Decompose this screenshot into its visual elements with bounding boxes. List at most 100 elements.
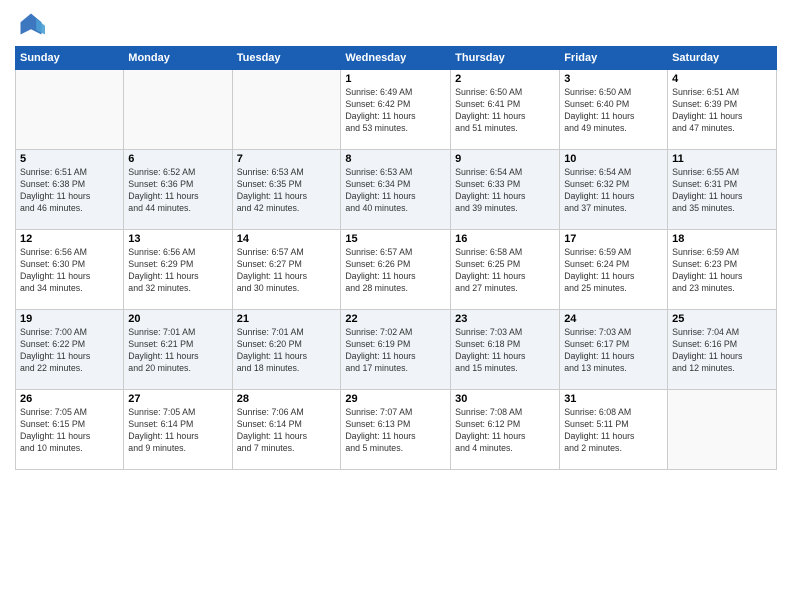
day-info: Sunrise: 6:59 AM Sunset: 6:24 PM Dayligh… <box>564 247 663 295</box>
day-header-tuesday: Tuesday <box>232 47 341 70</box>
day-info: Sunrise: 6:57 AM Sunset: 6:27 PM Dayligh… <box>237 247 337 295</box>
day-info: Sunrise: 6:56 AM Sunset: 6:29 PM Dayligh… <box>128 247 227 295</box>
day-cell: 10 Sunrise: 6:54 AM Sunset: 6:32 PM Dayli… <box>560 150 668 230</box>
day-cell: 29 Sunrise: 7:07 AM Sunset: 6:13 PM Dayli… <box>341 390 451 470</box>
day-info: Sunrise: 6:51 AM Sunset: 6:39 PM Dayligh… <box>672 87 772 135</box>
day-cell: 7Sunrise: 6:53 AM Sunset: 6:35 PM Daylig… <box>232 150 341 230</box>
day-cell: 1 Sunrise: 6:49 AM Sunset: 6:42 PM Daylig… <box>341 70 451 150</box>
day-info: Sunrise: 6:59 AM Sunset: 6:23 PM Dayligh… <box>672 247 772 295</box>
week-row-0: 1 Sunrise: 6:49 AM Sunset: 6:42 PM Daylig… <box>16 70 777 150</box>
day-header-saturday: Saturday <box>668 47 777 70</box>
calendar: SundayMondayTuesdayWednesdayThursdayFrid… <box>15 46 777 470</box>
day-cell: 22Sunrise: 7:02 AM Sunset: 6:19 PM Dayli… <box>341 310 451 390</box>
day-cell: 19 Sunrise: 7:00 AM Sunset: 6:22 PM Dayli… <box>16 310 124 390</box>
day-cell: 6Sunrise: 6:52 AM Sunset: 6:36 PM Daylig… <box>124 150 232 230</box>
day-cell: 31 Sunrise: 6:08 AM Sunset: 5:11 PM Dayli… <box>560 390 668 470</box>
day-info: Sunrise: 7:03 AM Sunset: 6:18 PM Dayligh… <box>455 327 555 375</box>
day-info: Sunrise: 6:56 AM Sunset: 6:30 PM Dayligh… <box>20 247 119 295</box>
day-cell: 26 Sunrise: 7:05 AM Sunset: 6:15 PM Dayli… <box>16 390 124 470</box>
day-cell: 3 Sunrise: 6:50 AM Sunset: 6:40 PM Daylig… <box>560 70 668 150</box>
logo-icon <box>17 10 45 38</box>
day-info: Sunrise: 6:54 AM Sunset: 6:33 PM Dayligh… <box>455 167 555 215</box>
day-number: 21 <box>237 313 337 325</box>
day-header-monday: Monday <box>124 47 232 70</box>
day-cell: 15 Sunrise: 6:57 AM Sunset: 6:26 PM Dayli… <box>341 230 451 310</box>
day-info: Sunrise: 6:55 AM Sunset: 6:31 PM Dayligh… <box>672 167 772 215</box>
day-cell: 14 Sunrise: 6:57 AM Sunset: 6:27 PM Dayli… <box>232 230 341 310</box>
day-cell: 24 Sunrise: 7:03 AM Sunset: 6:17 PM Dayli… <box>560 310 668 390</box>
day-number: 29 <box>345 393 446 405</box>
day-header-wednesday: Wednesday <box>341 47 451 70</box>
day-cell: 13 Sunrise: 6:56 AM Sunset: 6:29 PM Dayli… <box>124 230 232 310</box>
day-cell: 8Sunrise: 6:53 AM Sunset: 6:34 PM Daylig… <box>341 150 451 230</box>
day-cell: 27 Sunrise: 7:05 AM Sunset: 6:14 PM Dayli… <box>124 390 232 470</box>
day-number: 30 <box>455 393 555 405</box>
day-info: Sunrise: 7:07 AM Sunset: 6:13 PM Dayligh… <box>345 407 446 455</box>
day-number: 22 <box>345 313 446 325</box>
day-cell <box>16 70 124 150</box>
week-row-1: 5Sunrise: 6:51 AM Sunset: 6:38 PM Daylig… <box>16 150 777 230</box>
day-info: Sunrise: 6:50 AM Sunset: 6:40 PM Dayligh… <box>564 87 663 135</box>
day-info: Sunrise: 7:08 AM Sunset: 6:12 PM Dayligh… <box>455 407 555 455</box>
day-number: 31 <box>564 393 663 405</box>
day-info: Sunrise: 6:50 AM Sunset: 6:41 PM Dayligh… <box>455 87 555 135</box>
page: SundayMondayTuesdayWednesdayThursdayFrid… <box>0 0 792 612</box>
day-info: Sunrise: 7:00 AM Sunset: 6:22 PM Dayligh… <box>20 327 119 375</box>
day-info: Sunrise: 6:58 AM Sunset: 6:25 PM Dayligh… <box>455 247 555 295</box>
week-row-3: 19 Sunrise: 7:00 AM Sunset: 6:22 PM Dayli… <box>16 310 777 390</box>
day-number: 4 <box>672 73 772 85</box>
header <box>15 10 777 38</box>
day-cell: 28Sunrise: 7:06 AM Sunset: 6:14 PM Dayli… <box>232 390 341 470</box>
day-cell: 12 Sunrise: 6:56 AM Sunset: 6:30 PM Dayli… <box>16 230 124 310</box>
day-number: 13 <box>128 233 227 245</box>
day-number: 3 <box>564 73 663 85</box>
day-number: 5 <box>20 153 119 165</box>
day-info: Sunrise: 6:52 AM Sunset: 6:36 PM Dayligh… <box>128 167 227 215</box>
day-cell: 17 Sunrise: 6:59 AM Sunset: 6:24 PM Dayli… <box>560 230 668 310</box>
day-number: 14 <box>237 233 337 245</box>
day-info: Sunrise: 6:53 AM Sunset: 6:35 PM Dayligh… <box>237 167 337 215</box>
day-info: Sunrise: 6:54 AM Sunset: 6:32 PM Dayligh… <box>564 167 663 215</box>
day-info: Sunrise: 6:53 AM Sunset: 6:34 PM Dayligh… <box>345 167 446 215</box>
day-number: 9 <box>455 153 555 165</box>
day-cell: 23 Sunrise: 7:03 AM Sunset: 6:18 PM Dayli… <box>451 310 560 390</box>
day-number: 12 <box>20 233 119 245</box>
days-header-row: SundayMondayTuesdayWednesdayThursdayFrid… <box>16 47 777 70</box>
day-info: Sunrise: 6:08 AM Sunset: 5:11 PM Dayligh… <box>564 407 663 455</box>
day-number: 27 <box>128 393 227 405</box>
day-number: 24 <box>564 313 663 325</box>
day-info: Sunrise: 6:49 AM Sunset: 6:42 PM Dayligh… <box>345 87 446 135</box>
day-cell <box>232 70 341 150</box>
day-number: 17 <box>564 233 663 245</box>
day-cell: 18 Sunrise: 6:59 AM Sunset: 6:23 PM Dayli… <box>668 230 777 310</box>
day-number: 28 <box>237 393 337 405</box>
day-cell: 25Sunrise: 7:04 AM Sunset: 6:16 PM Dayli… <box>668 310 777 390</box>
day-number: 23 <box>455 313 555 325</box>
day-cell: 5Sunrise: 6:51 AM Sunset: 6:38 PM Daylig… <box>16 150 124 230</box>
day-info: Sunrise: 6:57 AM Sunset: 6:26 PM Dayligh… <box>345 247 446 295</box>
day-header-thursday: Thursday <box>451 47 560 70</box>
day-number: 18 <box>672 233 772 245</box>
day-number: 2 <box>455 73 555 85</box>
day-number: 10 <box>564 153 663 165</box>
day-info: Sunrise: 7:03 AM Sunset: 6:17 PM Dayligh… <box>564 327 663 375</box>
day-number: 15 <box>345 233 446 245</box>
logo <box>15 10 45 38</box>
day-cell: 21Sunrise: 7:01 AM Sunset: 6:20 PM Dayli… <box>232 310 341 390</box>
day-info: Sunrise: 7:05 AM Sunset: 6:14 PM Dayligh… <box>128 407 227 455</box>
day-number: 11 <box>672 153 772 165</box>
day-info: Sunrise: 7:05 AM Sunset: 6:15 PM Dayligh… <box>20 407 119 455</box>
day-number: 26 <box>20 393 119 405</box>
day-cell <box>124 70 232 150</box>
day-cell <box>668 390 777 470</box>
day-number: 20 <box>128 313 227 325</box>
day-info: Sunrise: 7:01 AM Sunset: 6:21 PM Dayligh… <box>128 327 227 375</box>
day-number: 19 <box>20 313 119 325</box>
day-cell: 20 Sunrise: 7:01 AM Sunset: 6:21 PM Dayli… <box>124 310 232 390</box>
day-cell: 9 Sunrise: 6:54 AM Sunset: 6:33 PM Daylig… <box>451 150 560 230</box>
day-number: 1 <box>345 73 446 85</box>
day-cell: 11 Sunrise: 6:55 AM Sunset: 6:31 PM Dayli… <box>668 150 777 230</box>
day-number: 16 <box>455 233 555 245</box>
day-cell: 16 Sunrise: 6:58 AM Sunset: 6:25 PM Dayli… <box>451 230 560 310</box>
week-row-2: 12 Sunrise: 6:56 AM Sunset: 6:30 PM Dayli… <box>16 230 777 310</box>
